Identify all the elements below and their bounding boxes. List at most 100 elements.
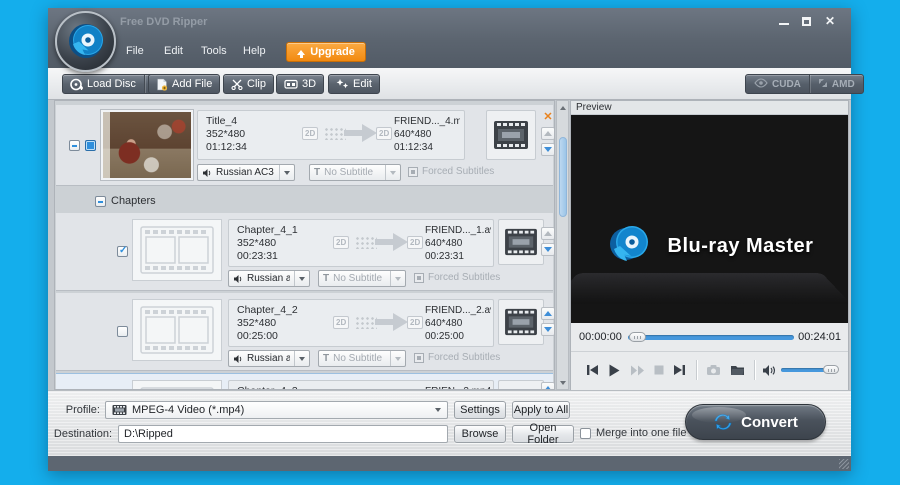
- move-up-button[interactable]: [541, 307, 554, 320]
- profile-value: MPEG-4 Video (*.mp4): [132, 404, 245, 416]
- move-up-button[interactable]: [541, 127, 554, 140]
- fast-forward-button[interactable]: [628, 361, 646, 379]
- forced-subtitles-option[interactable]: Forced Subtitles: [408, 166, 494, 177]
- play-button[interactable]: [605, 361, 623, 379]
- amd-button[interactable]: AMD: [810, 75, 863, 93]
- forced-subtitles-option[interactable]: Forced Subtitles: [414, 272, 500, 283]
- apply-to-all-button[interactable]: Apply to All: [512, 401, 570, 419]
- cuda-button[interactable]: CUDA: [746, 75, 809, 93]
- chapter-resolution: 352*480: [237, 317, 277, 329]
- down-arrow-icon: [544, 147, 552, 152]
- chapter-row[interactable]: Chapter_4_2 352*480 00:25:00 2D 2D FRIEN…: [56, 293, 554, 371]
- chapter-row-selected[interactable]: Chapter_4_3 2D 2D FRIEN...3.mp4: [56, 373, 554, 389]
- title-duration: 01:12:34: [206, 141, 247, 153]
- convert-button[interactable]: Convert: [685, 404, 826, 440]
- up-arrow-icon: [544, 311, 552, 316]
- seek-slider[interactable]: [628, 332, 794, 342]
- volume-icon-button[interactable]: [760, 361, 778, 379]
- title-thumbnail[interactable]: [101, 110, 193, 180]
- scrollbar-thumb[interactable]: [558, 137, 567, 217]
- move-down-button[interactable]: [541, 323, 554, 336]
- previous-button[interactable]: [583, 361, 601, 379]
- dropdown-caret-icon: [284, 170, 290, 175]
- close-button[interactable]: ✕: [821, 13, 839, 29]
- chapter-thumbnail[interactable]: [132, 299, 222, 361]
- forced-subtitles-checkbox[interactable]: [414, 272, 424, 283]
- forced-subtitles-checkbox[interactable]: [414, 352, 424, 363]
- controls-divider: [696, 360, 697, 380]
- open-folder-icon-button[interactable]: [728, 361, 746, 379]
- title-checkbox[interactable]: [85, 140, 96, 151]
- chapter-duration: 00:23:31: [237, 250, 278, 262]
- seek-thumb[interactable]: [629, 332, 646, 342]
- volume-thumb[interactable]: [823, 365, 839, 374]
- move-down-button[interactable]: [541, 143, 554, 156]
- settings-button[interactable]: Settings: [454, 401, 506, 419]
- load-disc-divider: [143, 75, 145, 93]
- add-file-label: Add File: [172, 78, 213, 90]
- scroll-up-button[interactable]: [557, 102, 568, 113]
- maximize-button[interactable]: [797, 13, 815, 29]
- chapter-thumbnail[interactable]: [132, 219, 222, 281]
- chapter-checkbox[interactable]: [117, 245, 128, 257]
- format-icon-button[interactable]: [486, 110, 536, 160]
- controls-divider: [754, 360, 755, 380]
- chapter-checkbox[interactable]: [117, 326, 128, 337]
- three-d-button[interactable]: 3D: [276, 74, 325, 94]
- preview-video-area[interactable]: Blu-ray Master: [571, 115, 848, 323]
- merge-option[interactable]: Merge into one file: [580, 427, 687, 439]
- gpu-accel-group: CUDA AMD: [745, 74, 864, 94]
- format-icon-button[interactable]: [498, 380, 544, 389]
- list-scrollbar[interactable]: [556, 100, 569, 390]
- audio-track-dropdown[interactable]: Russian ac3: [228, 270, 310, 287]
- volume-slider[interactable]: [781, 365, 839, 374]
- move-down-button[interactable]: [541, 243, 554, 256]
- app-window: Free DVD Ripper ✕ File Edit Tools Help U…: [48, 8, 864, 471]
- forced-subtitles-checkbox[interactable]: [408, 166, 418, 177]
- profile-dropdown[interactable]: MPEG-4 Video (*.mp4): [105, 401, 448, 419]
- browse-button[interactable]: Browse: [454, 425, 506, 443]
- format-icon-button[interactable]: [498, 299, 544, 345]
- filmstrip-icon: [505, 308, 537, 336]
- cuda-label: CUDA: [772, 78, 801, 90]
- collapse-toggle[interactable]: [69, 140, 80, 151]
- menu-tools[interactable]: Tools: [201, 45, 227, 57]
- move-up-button[interactable]: [541, 382, 554, 389]
- audio-track-dropdown[interactable]: Russian ac3: [228, 350, 310, 367]
- brand-text: Blu-ray Master: [667, 234, 814, 257]
- output-resolution: 640*480: [425, 318, 463, 329]
- snapshot-button[interactable]: [704, 361, 722, 379]
- clip-button[interactable]: Clip: [223, 74, 274, 94]
- add-file-button[interactable]: Add File: [148, 74, 221, 94]
- convert-arrow-icon: [375, 232, 409, 257]
- scroll-down-button[interactable]: [557, 377, 568, 388]
- title-row[interactable]: Title_4 352*480 01:12:34 2D 2D FRIEND...…: [56, 105, 554, 186]
- subtitle-dropdown[interactable]: T No Subtitle: [318, 270, 406, 287]
- format-icon-button[interactable]: [498, 219, 544, 265]
- clip-label: Clip: [247, 78, 266, 90]
- minimize-button[interactable]: [775, 13, 793, 29]
- subtitle-dropdown[interactable]: T No Subtitle: [309, 164, 401, 181]
- forced-subtitles-option[interactable]: Forced Subtitles: [414, 352, 500, 363]
- destination-input[interactable]: [118, 425, 448, 443]
- chapters-collapse-toggle[interactable]: [95, 196, 106, 207]
- open-folder-button[interactable]: Open Folder: [512, 422, 574, 446]
- remove-row-button[interactable]: ✕: [541, 110, 554, 123]
- output-resolution: 640*480: [394, 129, 432, 140]
- audio-track-dropdown[interactable]: Russian AC3 5..: [197, 164, 295, 181]
- merge-checkbox[interactable]: [580, 427, 591, 439]
- move-up-button[interactable]: [541, 227, 554, 240]
- menu-edit[interactable]: Edit: [164, 45, 183, 57]
- resize-grip[interactable]: [839, 459, 849, 469]
- subtitle-dropdown[interactable]: T No Subtitle: [318, 350, 406, 367]
- menu-file[interactable]: File: [126, 45, 144, 57]
- chapter-thumbnail[interactable]: [132, 380, 222, 389]
- input-2d-badge: 2D: [333, 236, 350, 249]
- edit-label: Edit: [353, 78, 372, 90]
- next-button[interactable]: [670, 361, 688, 379]
- upgrade-button[interactable]: Upgrade: [286, 42, 366, 62]
- stop-button[interactable]: [650, 361, 668, 379]
- chapter-row[interactable]: Chapter_4_1 352*480 00:23:31 2D 2D FRIEN…: [56, 213, 554, 291]
- menu-help[interactable]: Help: [243, 45, 266, 57]
- edit-button[interactable]: Edit: [328, 74, 380, 94]
